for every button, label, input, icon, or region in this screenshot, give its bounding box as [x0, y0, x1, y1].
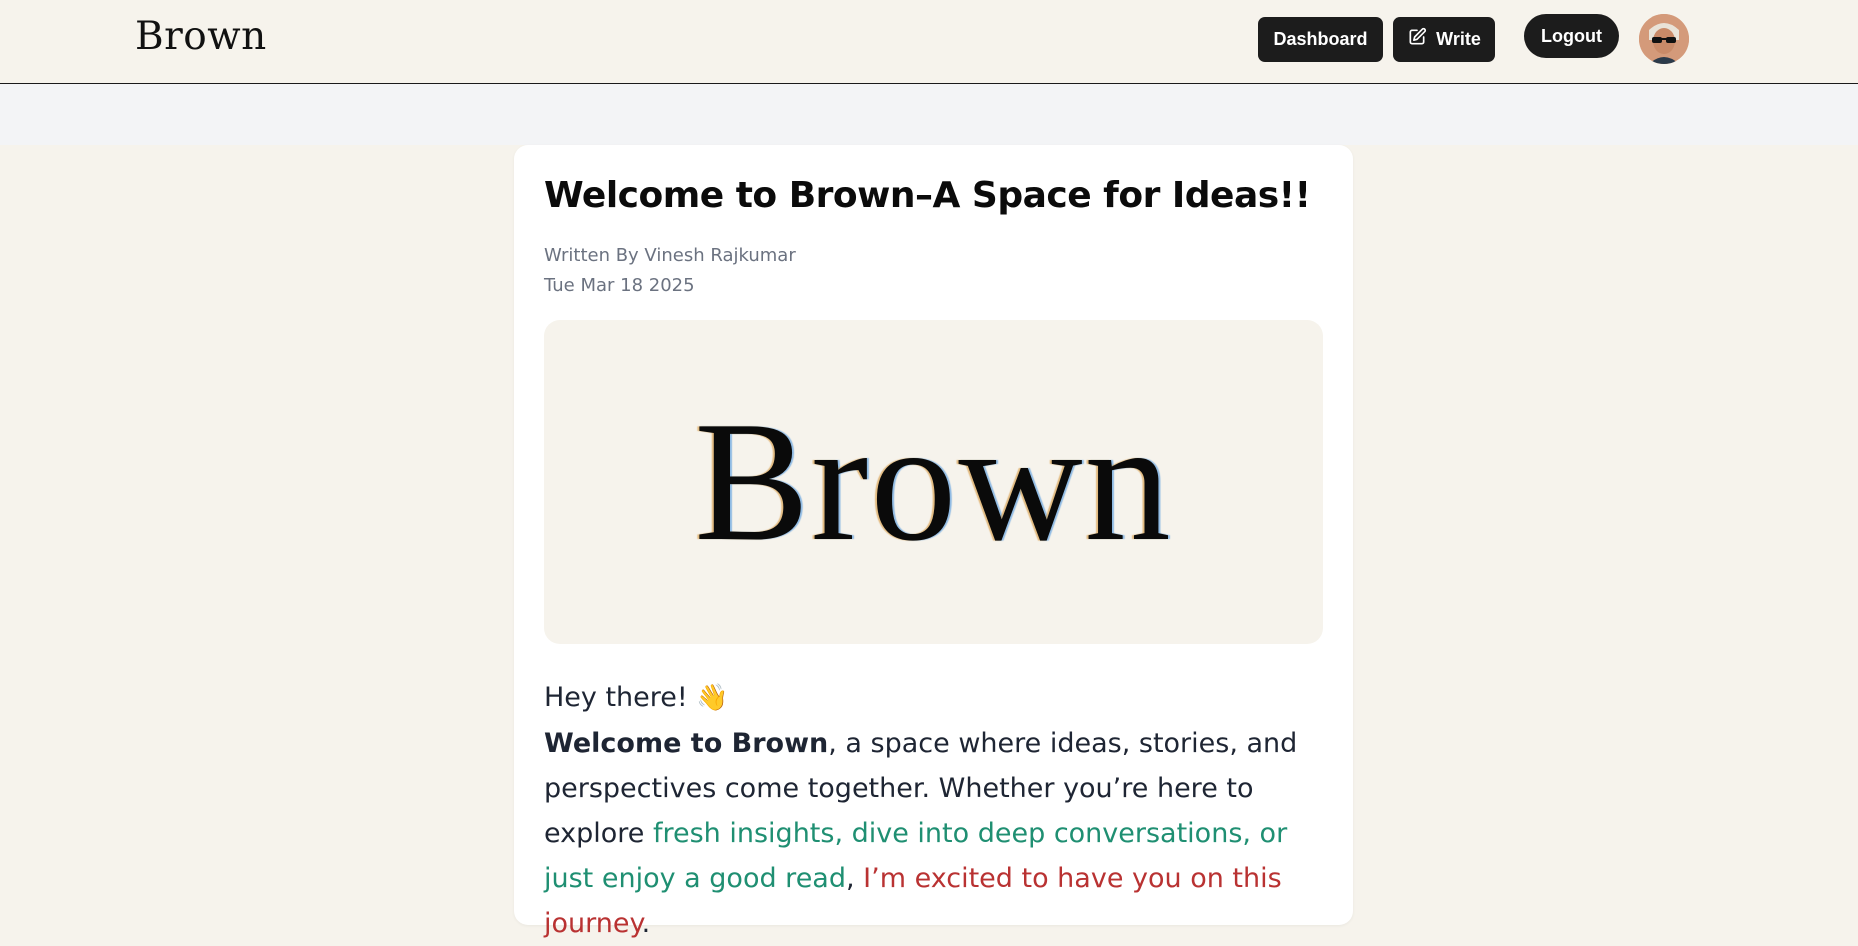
logout-button[interactable]: Logout [1524, 14, 1619, 58]
article-date: Tue Mar 18 2025 [544, 275, 695, 296]
logout-button-label: Logout [1541, 25, 1602, 46]
intro-text-3: . [641, 908, 651, 939]
intro-text-2: , [845, 863, 864, 894]
article-card: Welcome to Brown–A Space for Ideas!! Wri… [514, 145, 1353, 939]
user-avatar[interactable] [1639, 14, 1689, 64]
write-button-label: Write [1436, 29, 1481, 49]
dashboard-button-label: Dashboard [1273, 29, 1368, 49]
top-navbar: Brown Dashboard Write Logout [0, 0, 1858, 84]
intro-strong: Welcome to Brown [544, 728, 829, 759]
greeting-line: Hey there! 👋 [544, 675, 1323, 721]
article-author: Written By Vinesh Rajkumar [544, 245, 796, 266]
waving-hand-icon: 👋 [696, 683, 729, 713]
pen-square-icon [1407, 27, 1427, 52]
article-title: Welcome to Brown–A Space for Ideas!! [544, 175, 1311, 216]
brand-logo[interactable]: Brown [135, 14, 267, 59]
dashboard-button[interactable]: Dashboard [1258, 17, 1383, 62]
user-avatar-icon [1639, 14, 1689, 64]
intro-paragraph: Welcome to Brown, a space where ideas, s… [544, 721, 1323, 946]
greeting-text: Hey there! [544, 682, 688, 713]
article-cover-image: Brown [544, 320, 1323, 644]
article-body: Hey there! 👋 Welcome to Brown, a space w… [544, 675, 1323, 946]
cover-logo-text: Brown [694, 386, 1173, 577]
sub-header-band [0, 84, 1858, 145]
write-button[interactable]: Write [1393, 17, 1495, 62]
